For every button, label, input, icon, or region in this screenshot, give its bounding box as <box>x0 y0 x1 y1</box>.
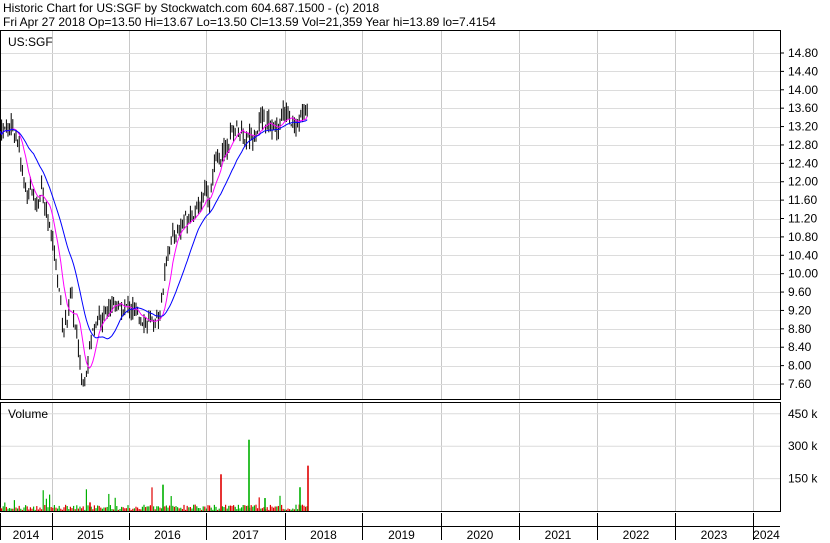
price-tick-label: 12.80 <box>788 138 818 152</box>
price-tick-label: 10.80 <box>788 230 818 244</box>
x-axis-labels: 2014 2015 2016 2017 2018 2019 2020 2021 2022 2023… <box>0 513 780 542</box>
year-label: 2021 <box>545 528 572 542</box>
stock-chart: US:SGF Volume 14.8014.4014.0013.6013.201… <box>0 30 818 542</box>
price-tick-label: 14.40 <box>788 64 818 78</box>
year-label: 2014 <box>13 528 40 542</box>
year-label: 2018 <box>310 528 337 542</box>
year-label: 2019 <box>388 528 415 542</box>
price-tick-label: 12.40 <box>788 156 818 170</box>
price-tick-label: 11.20 <box>788 212 817 226</box>
year-label: 2023 <box>701 528 728 542</box>
price-tick-label: 7.60 <box>788 377 812 391</box>
symbol-label: US:SGF <box>8 35 53 49</box>
year-label: 2016 <box>154 528 181 542</box>
price-tick-label: 10.40 <box>788 248 818 262</box>
price-tick-label: 8.40 <box>788 340 812 354</box>
price-tick-label: 8.00 <box>788 359 812 373</box>
year-label: 2017 <box>232 528 259 542</box>
volume-tick-label: 150 k <box>788 472 818 486</box>
price-tick-label: 13.60 <box>788 101 818 115</box>
price-tick-label: 12.00 <box>788 175 818 189</box>
price-tick-label: 11.60 <box>788 193 817 207</box>
price-tick-label: 14.00 <box>788 83 818 97</box>
price-axis-labels: 14.80 14.40 14.00 13.60 13.20 12.80 12.40 12.00… <box>780 46 818 391</box>
price-tick-label: 13.20 <box>788 120 818 134</box>
year-label: 2015 <box>77 528 104 542</box>
volume-tick-label: 450 k <box>788 407 818 421</box>
price-tick-label: 9.60 <box>788 285 812 299</box>
price-tick-label: 10.00 <box>788 267 818 281</box>
volume-tick-label: 300 k <box>788 439 818 453</box>
volume-label: Volume <box>8 407 48 421</box>
year-label: 2022 <box>623 528 650 542</box>
volume-panel <box>0 402 781 512</box>
price-panel <box>0 30 781 400</box>
price-tick-label: 14.80 <box>788 46 818 60</box>
price-tick-label: 8.80 <box>788 322 812 336</box>
year-label: 2024 <box>753 528 780 542</box>
year-label: 2020 <box>467 528 494 542</box>
price-tick-label: 9.20 <box>788 303 812 317</box>
volume-axis-labels: 450 k 300 k 150 k <box>788 407 818 486</box>
